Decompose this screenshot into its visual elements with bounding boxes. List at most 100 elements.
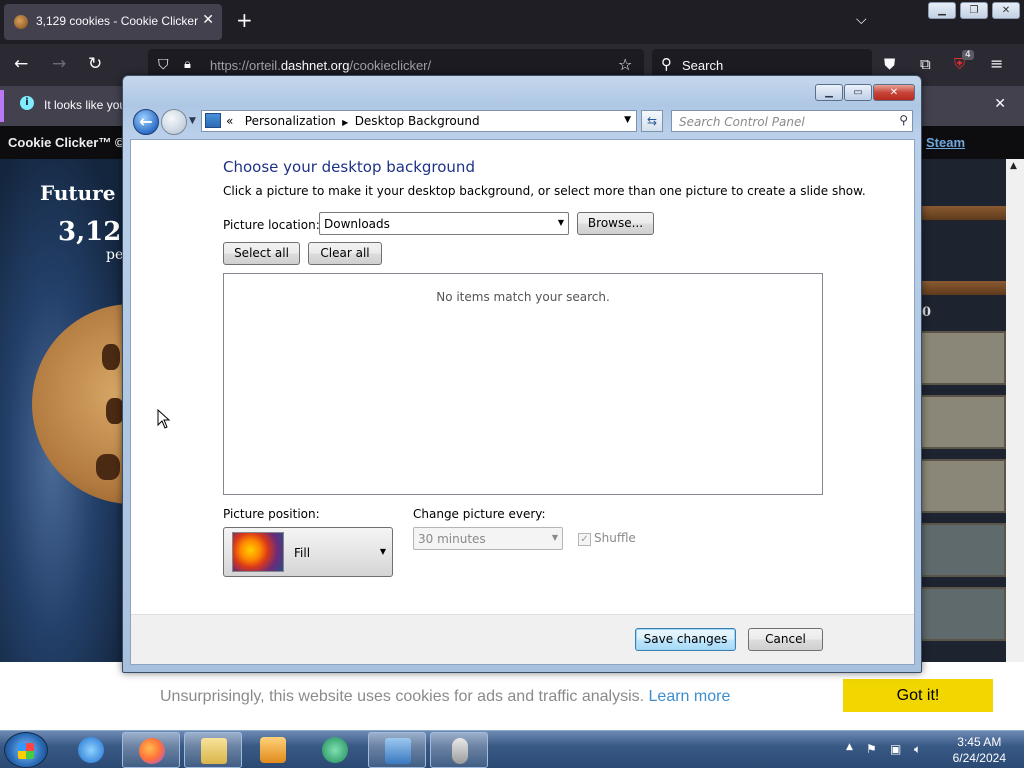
- tab-title: 3,129 cookies - Cookie Clicker: [36, 14, 199, 28]
- forward-arrow-icon[interactable]: →: [52, 54, 66, 74]
- taskbar-firefox[interactable]: [122, 732, 180, 768]
- store-building[interactable]: [920, 523, 1006, 577]
- address-bar[interactable]: « Personalization ▶ Desktop Background ▼: [201, 110, 637, 132]
- empty-list-message: No items match your search.: [436, 290, 610, 304]
- change-picture-interval-select[interactable]: 30 minutes ▼: [413, 527, 563, 550]
- close-notification-icon[interactable]: ✕: [994, 96, 1006, 112]
- shelf: [920, 281, 1006, 295]
- clock-date: 6/24/2024: [952, 751, 1006, 765]
- menu-icon[interactable]: ≡: [990, 54, 1003, 74]
- browse-button[interactable]: Browse...: [577, 212, 654, 235]
- search-icon[interactable]: ⚲: [899, 113, 908, 127]
- shelf: [920, 206, 1006, 220]
- steam-link[interactable]: Steam: [926, 135, 965, 150]
- show-hidden-icons-icon[interactable]: ▲: [846, 742, 853, 752]
- start-button[interactable]: [4, 732, 48, 768]
- app-globe-icon: [322, 737, 348, 763]
- recent-pages-icon[interactable]: ▼: [189, 116, 196, 126]
- learn-more-link[interactable]: Learn more: [649, 688, 731, 705]
- save-changes-button[interactable]: Save changes: [635, 628, 736, 651]
- store-building[interactable]: [920, 459, 1006, 513]
- reload-icon[interactable]: ↻: [88, 54, 102, 74]
- picture-position-label: Picture position:: [223, 507, 320, 521]
- chevron-down-icon: ▼: [551, 533, 558, 542]
- back-icon[interactable]: ←: [133, 109, 159, 135]
- minimize-window-icon[interactable]: ▁: [928, 2, 956, 19]
- network-icon[interactable]: ▣: [890, 742, 901, 756]
- cookie-consent-text: Unsurprisingly, this website uses cookie…: [160, 688, 645, 705]
- breadcrumb-overflow[interactable]: «: [226, 114, 233, 128]
- dialog-footer: Save changes Cancel: [131, 614, 914, 664]
- search-control-panel-input[interactable]: Search Control Panel ⚲: [671, 110, 913, 132]
- shuffle-checkbox[interactable]: ✓: [578, 533, 591, 546]
- dialog-window-controls: ▁ ▭ ✕: [815, 84, 915, 101]
- forward-icon[interactable]: [161, 109, 187, 135]
- taskbar-explorer[interactable]: [184, 732, 242, 768]
- picture-position-select[interactable]: Fill ▼: [223, 527, 393, 577]
- back-arrow-icon[interactable]: ←: [14, 54, 28, 74]
- close-tab-icon[interactable]: ✕: [202, 12, 214, 28]
- taskbar-app[interactable]: [306, 732, 364, 768]
- browser-tab-bar: 3,129 cookies - Cookie Clicker ✕ + ⌵ ▁ ❐…: [0, 0, 1024, 44]
- internet-explorer-icon: [78, 737, 104, 763]
- pictures-list[interactable]: No items match your search.: [223, 273, 823, 495]
- chocolate-chip: [96, 454, 120, 480]
- system-tray: ▲ ⚑ ▣ 🔈︎ 3:45 AM 6/24/2024: [840, 731, 1024, 768]
- store-building[interactable]: [920, 587, 1006, 641]
- refresh-icon[interactable]: ⇆: [641, 110, 663, 132]
- shuffle-label: Shuffle: [594, 531, 636, 545]
- breadcrumb-arrow-icon[interactable]: ▶: [340, 118, 351, 127]
- volume-muted-icon[interactable]: 🔈︎: [914, 742, 921, 757]
- wallpaper-thumbnail: [232, 532, 284, 572]
- scroll-up-icon[interactable]: ▲: [1010, 161, 1017, 171]
- breadcrumb-desktop-background[interactable]: Desktop Background: [355, 114, 480, 128]
- interval-value: 30 minutes: [418, 532, 486, 546]
- tracking-shield-icon[interactable]: ⛉: [158, 55, 169, 75]
- address-dropdown-icon[interactable]: ▼: [624, 115, 631, 125]
- minimize-icon[interactable]: ▁: [815, 84, 843, 101]
- media-player-icon: [260, 737, 286, 763]
- taskbar-mouse-properties[interactable]: [430, 732, 488, 768]
- store-building[interactable]: [920, 395, 1006, 449]
- pocket-icon[interactable]: ⛊: [884, 54, 895, 74]
- url-text: https://orteil.dashnet.org/cookieclicker…: [210, 58, 431, 73]
- chocolate-chip: [102, 344, 120, 370]
- new-tab-icon[interactable]: +: [236, 10, 253, 30]
- clock[interactable]: 3:45 AM 6/24/2024: [953, 734, 1006, 766]
- notification-text: It looks like you: [44, 98, 127, 112]
- close-window-icon[interactable]: ✕: [992, 2, 1020, 19]
- browser-tab[interactable]: 3,129 cookies - Cookie Clicker ✕: [4, 4, 222, 40]
- picture-location-value: Downloads: [324, 217, 390, 231]
- store-building[interactable]: [920, 331, 1006, 385]
- taskbar-control-panel[interactable]: [368, 732, 426, 768]
- maximize-icon[interactable]: ▭: [844, 84, 872, 101]
- clear-all-button[interactable]: Clear all: [308, 242, 382, 265]
- desktop-background-window: ▁ ▭ ✕ ← ▼ « Personalization ▶ Desktop Ba…: [122, 75, 922, 673]
- chevron-down-icon: ▼: [379, 547, 386, 556]
- list-all-tabs-icon[interactable]: ⌵: [856, 12, 867, 28]
- folder-icon: [201, 738, 227, 764]
- clock-time: 3:45 AM: [957, 735, 1002, 749]
- close-icon[interactable]: ✕: [873, 84, 915, 101]
- breadcrumb: « Personalization ▶ Desktop Background: [226, 114, 480, 128]
- extension-badge: 4: [962, 50, 974, 60]
- restore-window-icon[interactable]: ❐: [960, 2, 988, 19]
- select-all-button[interactable]: Select all: [223, 242, 300, 265]
- windows-taskbar: ▲ ⚑ ▣ 🔈︎ 3:45 AM 6/24/2024: [0, 730, 1024, 768]
- window-controls: ▁ ❐ ✕: [928, 2, 1020, 19]
- action-center-flag-icon[interactable]: ⚑: [866, 742, 877, 756]
- bookmark-star-icon[interactable]: ☆: [618, 55, 632, 75]
- info-icon: i: [20, 96, 34, 110]
- taskbar-internet-explorer[interactable]: [62, 732, 120, 768]
- picture-position-value: Fill: [294, 546, 311, 560]
- got-it-button[interactable]: Got it!: [843, 679, 993, 712]
- page-title: Choose your desktop background: [223, 158, 475, 176]
- cancel-button[interactable]: Cancel: [748, 628, 823, 651]
- picture-location-select[interactable]: Downloads ▼: [319, 212, 569, 235]
- search-placeholder: Search: [682, 58, 724, 73]
- extensions-icon[interactable]: ⧉: [920, 54, 931, 74]
- taskbar-media-player[interactable]: [244, 732, 302, 768]
- lock-icon[interactable]: 🔒︎: [184, 55, 191, 75]
- page-scrollbar[interactable]: ▲: [1006, 159, 1024, 662]
- breadcrumb-personalization[interactable]: Personalization: [245, 114, 336, 128]
